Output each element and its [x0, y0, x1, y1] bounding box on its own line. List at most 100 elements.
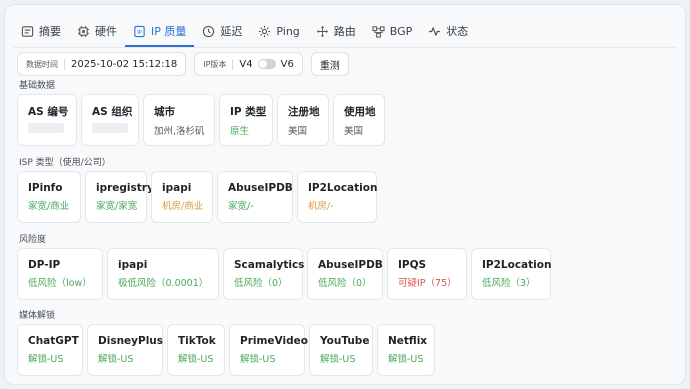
isp-card: IP2Location 机房/-	[297, 171, 377, 223]
isp-card: ipapi 机房/商业	[151, 171, 213, 223]
card-title: AbuseIPDB	[228, 182, 293, 194]
risk-card: IPQS 可疑IP（75）	[387, 248, 467, 300]
media-card: ChatGPT 解锁-US	[17, 324, 83, 376]
card-value: 加州,洛杉矶	[154, 125, 205, 137]
summary-icon	[21, 25, 34, 37]
card-value: 可疑IP（75）	[398, 278, 457, 289]
retest-button[interactable]: 重测	[310, 52, 349, 76]
tab-route[interactable]: 路由	[308, 17, 364, 47]
clock-icon	[203, 25, 215, 37]
ip-version-toggle[interactable]	[257, 59, 276, 69]
basic-row: AS 编号 AS 组织 城市 加州,洛杉矶 IP 类型 原生 注册地 美国 使用…	[17, 94, 389, 146]
tab-bgp[interactable]: BGP	[364, 17, 421, 47]
ipv6-label: V6	[280, 58, 294, 70]
tab-label: 延迟	[220, 25, 243, 38]
card-title: PrimeVideo	[240, 335, 308, 347]
tab-label: BGP	[389, 24, 413, 38]
card-value: 解锁-US	[388, 354, 424, 365]
tab-label: 摘要	[39, 25, 61, 38]
card-title: 城市	[154, 105, 175, 118]
isp-card: ipregistry 家宽/家宽	[85, 171, 154, 223]
risk-card: DP-IP 低风险（low）	[17, 248, 103, 300]
card-value: 解锁-US	[240, 354, 276, 365]
tab-ping[interactable]: Ping	[250, 17, 307, 47]
basic-card: 注册地 美国	[277, 94, 329, 146]
tab-summary[interactable]: 摘要	[13, 17, 69, 47]
tab-status[interactable]: 状态	[420, 17, 476, 47]
ping-icon	[259, 25, 271, 37]
card-value: 极低风险（0.0001）	[118, 278, 209, 289]
toggle-knob	[258, 60, 267, 68]
tab-label: Ping	[276, 24, 300, 38]
card-title: AS 编号	[28, 106, 69, 118]
card-title: DP-IP	[28, 259, 61, 271]
isp-card: AbuseIPDB 家宽/-	[217, 171, 293, 223]
section-media: 媒体解锁	[19, 311, 56, 321]
card-value: 低风险（0）	[318, 278, 372, 289]
risk-card: IP2Location 低风险（3）	[471, 248, 551, 300]
card-title: ipregistry	[96, 182, 154, 194]
card-title: IP2Location	[482, 259, 552, 271]
media-row: ChatGPT 解锁-US DisneyPlus 解锁-US TikTok 解锁…	[17, 324, 439, 376]
card-value-redacted	[28, 123, 76, 136]
card-value: 机房/-	[308, 201, 334, 212]
data-time-value: 2025-10-02 15:12:18	[71, 58, 178, 70]
tab-hardware[interactable]: 硬件	[69, 17, 125, 47]
card-title: IPinfo	[28, 182, 63, 194]
card-value: 机房/商业	[162, 201, 204, 212]
card-title: IPQS	[398, 259, 427, 271]
isp-row: IPinfo 家宽/商业 ipregistry 家宽/家宽 ipapi 机房/商…	[17, 171, 381, 223]
risk-card: ipapi 极低风险（0.0001）	[107, 248, 219, 300]
tab-ip-quality[interactable]: IP IP 质量	[125, 17, 195, 47]
basic-card: AS 编号	[17, 94, 77, 146]
card-value-redacted	[92, 123, 138, 136]
card-title: YouTube	[320, 335, 370, 347]
card-value: 美国	[288, 125, 308, 137]
card-title: TikTok	[178, 335, 216, 347]
main-panel: 摘要 硬件 IP IP 质量 延迟 Ping 路由 BGP 状态 数据时间 20…	[4, 4, 686, 385]
card-value: 解锁-US	[320, 354, 356, 365]
card-value: 家宽/家宽	[96, 201, 138, 212]
card-title: ChatGPT	[28, 335, 79, 347]
card-title: DisneyPlus	[98, 335, 164, 347]
tab-label: 状态	[446, 25, 469, 38]
ipv4-label: V4	[239, 58, 253, 70]
media-card: TikTok 解锁-US	[167, 324, 225, 376]
card-title: IP 类型	[230, 105, 267, 118]
tab-label: 硬件	[95, 25, 117, 38]
card-title: ipapi	[162, 182, 192, 194]
media-card: Netflix 解锁-US	[377, 324, 435, 376]
ip-version-chip: IP版本 V4 V6	[194, 52, 303, 76]
toolbar: 数据时间 2025-10-02 15:12:18 IP版本 V4 V6 重测	[17, 52, 349, 76]
tab-label: IP 质量	[151, 25, 187, 38]
card-value: 低风险（3）	[482, 278, 536, 289]
media-card: PrimeVideo 解锁-US	[229, 324, 308, 376]
basic-card: IP 类型 原生	[219, 94, 273, 146]
redacted-block	[28, 123, 64, 133]
card-value: 低风险（low）	[28, 278, 92, 289]
card-title: 使用地	[344, 105, 376, 118]
card-title: IP2Location	[308, 182, 378, 194]
media-card: DisneyPlus 解锁-US	[87, 324, 163, 376]
card-value: 家宽/-	[228, 201, 254, 212]
data-time-chip: 数据时间 2025-10-02 15:12:18	[17, 52, 187, 76]
risk-card: Scamalytics 低风险（0）	[223, 248, 304, 300]
data-time-label: 数据时间	[26, 58, 65, 70]
card-title: AbuseIPDB	[318, 259, 383, 271]
pulse-icon	[429, 26, 441, 36]
redacted-block	[92, 123, 128, 133]
risk-row: DP-IP 低风险（low） ipapi 极低风险（0.0001） Scamal…	[17, 248, 555, 300]
card-value: 解锁-US	[28, 354, 64, 365]
basic-card: AS 组织	[81, 94, 139, 146]
tab-label: 路由	[333, 25, 356, 38]
card-title: 注册地	[288, 105, 320, 118]
card-value: 原生	[230, 125, 250, 137]
card-value: 解锁-US	[98, 354, 134, 365]
section-isp: ISP 类型（使用/公司）	[19, 158, 111, 168]
card-title: AS 组织	[92, 106, 133, 118]
section-basic: 基础数据	[19, 81, 56, 91]
card-title: Netflix	[388, 335, 428, 347]
bgp-icon	[372, 25, 385, 38]
risk-card: AbuseIPDB 低风险（0）	[307, 248, 383, 300]
tab-latency[interactable]: 延迟	[194, 17, 250, 47]
